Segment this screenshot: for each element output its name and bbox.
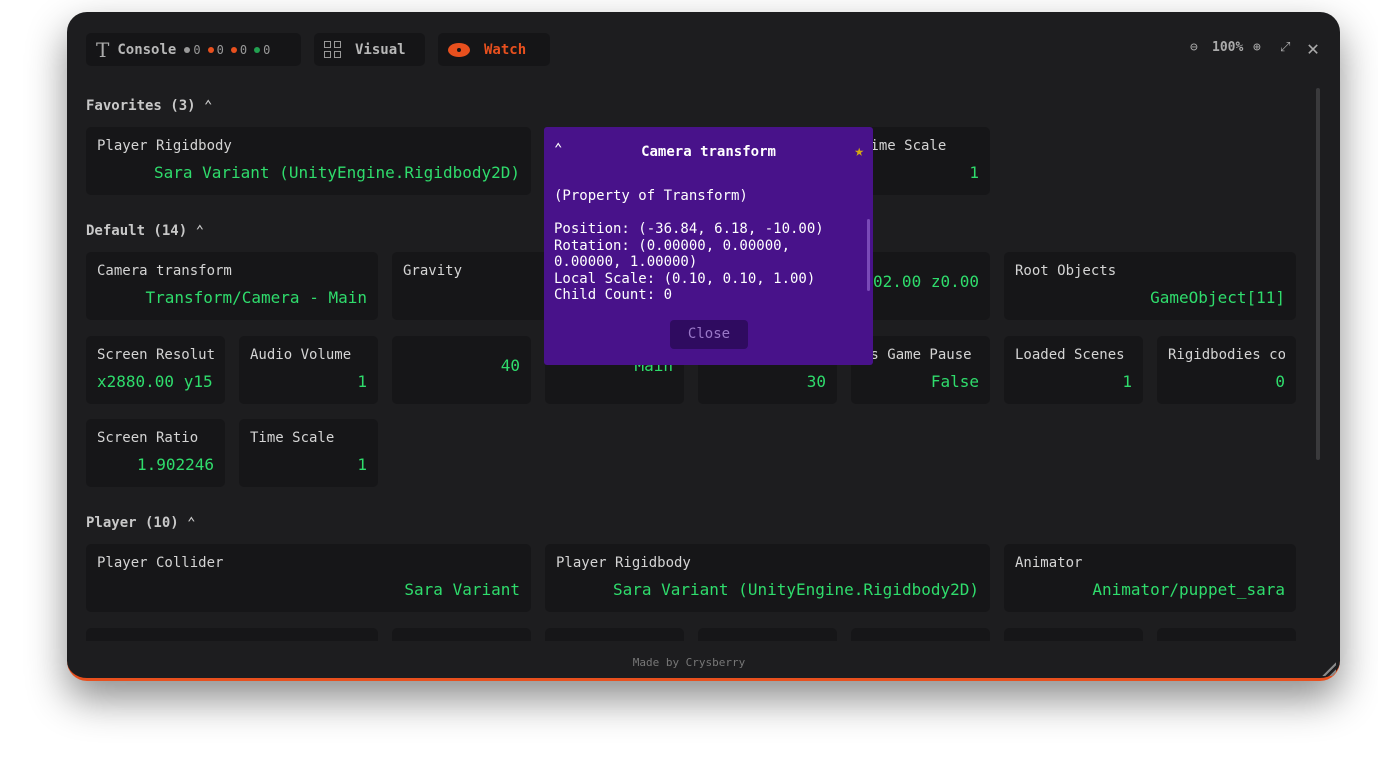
section-title: Player (10) — [86, 515, 179, 531]
card-value: x2880.00 y1514.00 — [97, 371, 214, 391]
scrollbar[interactable] — [1316, 88, 1320, 460]
grid-icon — [324, 41, 341, 58]
card-value: False — [930, 371, 979, 391]
card-value: 1 — [969, 163, 979, 182]
card-label: Player Collider — [97, 555, 224, 571]
watch-card[interactable]: Screen Ratio 1.902246 — [86, 419, 225, 487]
success-dot-icon — [254, 46, 261, 53]
card-label: Loaded Scenes — [1015, 346, 1125, 363]
watch-card[interactable]: Loaded Scenes 1 — [1004, 335, 1143, 404]
card-label: Root Objects — [1015, 263, 1117, 279]
card-value: 1.902246 — [136, 455, 214, 474]
chevron-up-icon: ⌃ — [187, 515, 196, 531]
tab-console[interactable]: T Console 0 0 0 0 — [86, 33, 301, 66]
section-title: Favorites (3) — [86, 98, 196, 114]
card-value: Sara Variant — [404, 580, 520, 599]
watch-card[interactable]: Screen Resolution x2880.00 y1514.00 — [86, 335, 225, 404]
card-value: Animator/puppet_sara — [1092, 580, 1285, 599]
watch-card[interactable] — [86, 627, 378, 641]
tab-visual[interactable]: Visual — [314, 33, 425, 66]
footer-credit: Made by Crysberry — [632, 656, 746, 669]
watch-card[interactable]: Time Scale 1 — [239, 419, 378, 487]
card-value: Sara Variant (UnityEngine.Rigidbody2D) — [153, 163, 520, 182]
watch-card[interactable]: Player Collider Sara Variant — [86, 544, 531, 612]
watch-card[interactable] — [545, 627, 684, 641]
section-player-header[interactable]: Player (10) ⌃ — [86, 515, 196, 531]
watch-card[interactable]: Camera transform Transform/Camera - Main — [86, 252, 378, 320]
eye-icon — [448, 42, 470, 57]
watch-card[interactable] — [1004, 627, 1143, 641]
card-value: GameObject[11] — [1150, 288, 1285, 307]
watch-card[interactable]: Animator Animator/puppet_sara — [1004, 544, 1296, 612]
card-value: Sara Variant (UnityEngine.Rigidbody2D) — [612, 580, 979, 599]
card-label: Camera transform — [97, 263, 232, 279]
tab-watch[interactable]: Watch — [438, 33, 550, 66]
warning-count: 0 — [216, 42, 224, 57]
section-title: Default (14) — [86, 223, 188, 239]
watch-card[interactable]: Root Objects GameObject[11] — [1004, 252, 1296, 320]
card-value: 1 — [357, 371, 367, 391]
log-dot-icon — [184, 46, 191, 53]
card-label: Screen Ratio — [97, 430, 199, 446]
section-default-header[interactable]: Default (14) ⌃ — [86, 223, 204, 239]
card-label: Time Scale — [250, 430, 335, 446]
watch-card[interactable] — [698, 627, 837, 641]
watch-card[interactable]: Player Rigidbody Sara Variant (UnityEngin… — [86, 127, 531, 195]
chevron-up-icon: ⌃ — [195, 223, 205, 239]
card-value: 0 — [1275, 371, 1285, 391]
error-dot-icon — [230, 46, 237, 53]
zoom-in-icon[interactable]: ⊕ — [1253, 40, 1261, 55]
card-value: 30 — [806, 371, 826, 391]
success-count: 0 — [263, 42, 271, 57]
watch-card[interactable]: Rigidbodies co 0 — [1157, 335, 1296, 404]
card-value: 40 — [500, 355, 520, 375]
star-icon[interactable]: ★ — [854, 141, 864, 160]
text-icon: T — [96, 37, 110, 62]
popup-scrollbar[interactable] — [867, 219, 870, 291]
popup-title: Camera transform — [641, 144, 776, 160]
section-favorites-header[interactable]: Favorites (3) ⌃ — [86, 98, 212, 114]
watch-card[interactable]: Player Rigidbody Sara Variant (UnityEngin… — [545, 544, 990, 612]
zoom-level: 100% — [1212, 40, 1244, 55]
watch-card[interactable]: 40 — [392, 335, 531, 404]
watch-card[interactable]: Audio Volume 1 — [239, 335, 378, 404]
tab-visual-label: Visual — [355, 41, 406, 58]
card-label: Player Rigidbody — [97, 138, 232, 154]
log-count: 0 — [193, 42, 201, 57]
card-label: Animator — [1015, 555, 1083, 571]
card-label: Rigidbodies co — [1168, 346, 1285, 363]
card-value: Transform/Camera - Main — [145, 288, 367, 307]
tab-watch-label: Watch — [484, 41, 527, 58]
watch-card[interactable] — [392, 627, 531, 641]
card-label: Time Scale — [862, 138, 947, 154]
expand-icon[interactable]: ⤢ — [1280, 40, 1290, 55]
tab-console-label: Console — [117, 41, 177, 58]
zoom-out-icon[interactable]: ⊖ — [1190, 40, 1198, 55]
card-label: Is Game Pause — [862, 346, 972, 363]
card-value: 1 — [1122, 371, 1132, 391]
close-button[interactable]: Close — [670, 320, 748, 349]
error-count: 0 — [239, 42, 248, 57]
close-icon[interactable]: ✕ — [1307, 36, 1319, 60]
card-value: 1 — [357, 455, 367, 474]
watch-card[interactable] — [851, 627, 990, 641]
detail-popup: ⌃ Camera transform ★ (Property of Transf… — [544, 127, 873, 365]
card-label: Player Rigidbody — [556, 555, 691, 571]
card-label: Screen Resolution — [97, 346, 214, 363]
card-label: Audio Volume — [250, 346, 352, 363]
popup-body: (Property of Transform) Position: (-36.8… — [554, 188, 824, 303]
warning-dot-icon — [207, 46, 214, 53]
watch-card[interactable] — [1157, 627, 1296, 641]
chevron-up-icon: ⌃ — [204, 98, 213, 114]
